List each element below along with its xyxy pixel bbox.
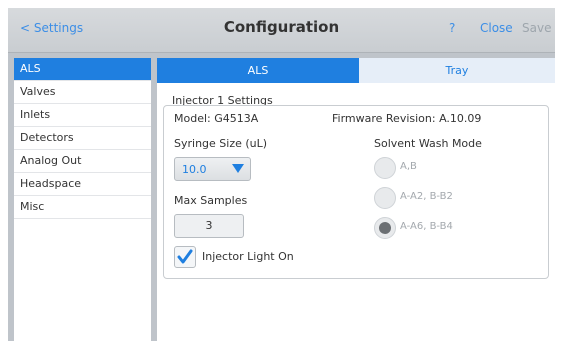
syringe-size-value: 10.0 xyxy=(182,163,207,176)
radio-button[interactable] xyxy=(374,157,396,179)
sidebar-item-misc[interactable]: Misc xyxy=(14,196,151,219)
save-button[interactable]: Save xyxy=(522,21,551,35)
tab-bar: ALS Tray xyxy=(157,58,555,83)
main-panel: ALS Tray Injector 1 Settings Model: G451… xyxy=(157,58,555,341)
wash-option-label: A-A2, B-B2 xyxy=(400,191,453,202)
injector-light-label: Injector Light On xyxy=(202,250,294,263)
radio-button[interactable] xyxy=(374,187,396,209)
app-window: < Settings Configuration ? Close Save AL… xyxy=(8,8,555,341)
wash-option-label: A-A6, B-B4 xyxy=(400,221,453,232)
sidebar-item-inlets[interactable]: Inlets xyxy=(14,104,151,127)
sidebar: ALS Valves Inlets Detectors Analog Out H… xyxy=(14,58,151,341)
page-title: Configuration xyxy=(223,18,340,36)
tab-tray[interactable]: Tray xyxy=(359,58,555,83)
sidebar-item-valves[interactable]: Valves xyxy=(14,81,151,104)
help-button[interactable]: ? xyxy=(449,21,455,35)
chevron-down-icon xyxy=(232,164,244,173)
model-text: Model: G4513A xyxy=(174,112,259,125)
max-samples-input[interactable]: 3 xyxy=(174,214,244,238)
sidebar-item-headspace[interactable]: Headspace xyxy=(14,173,151,196)
max-samples-label: Max Samples xyxy=(174,194,248,207)
tab-als[interactable]: ALS xyxy=(157,58,359,83)
radio-selected-dot xyxy=(379,222,391,234)
header-bar: < Settings Configuration ? Close Save xyxy=(8,8,555,53)
syringe-size-dropdown[interactable]: 10.0 xyxy=(174,157,251,181)
sidebar-item-als[interactable]: ALS xyxy=(14,58,151,81)
wash-option-label: A,B xyxy=(400,161,417,172)
sidebar-item-analog-out[interactable]: Analog Out xyxy=(14,150,151,173)
injector-light-checkbox[interactable] xyxy=(174,246,196,268)
checkmark-icon xyxy=(177,249,193,264)
firmware-text: Firmware Revision: A.10.09 xyxy=(332,112,482,125)
close-button[interactable]: Close xyxy=(480,21,513,35)
radio-button-selected[interactable] xyxy=(374,217,396,239)
sidebar-item-detectors[interactable]: Detectors xyxy=(14,127,151,150)
solvent-wash-label: Solvent Wash Mode xyxy=(374,137,482,150)
syringe-size-label: Syringe Size (uL) xyxy=(174,137,268,150)
injector-settings-box: Model: G4513A Firmware Revision: A.10.09… xyxy=(163,105,549,279)
